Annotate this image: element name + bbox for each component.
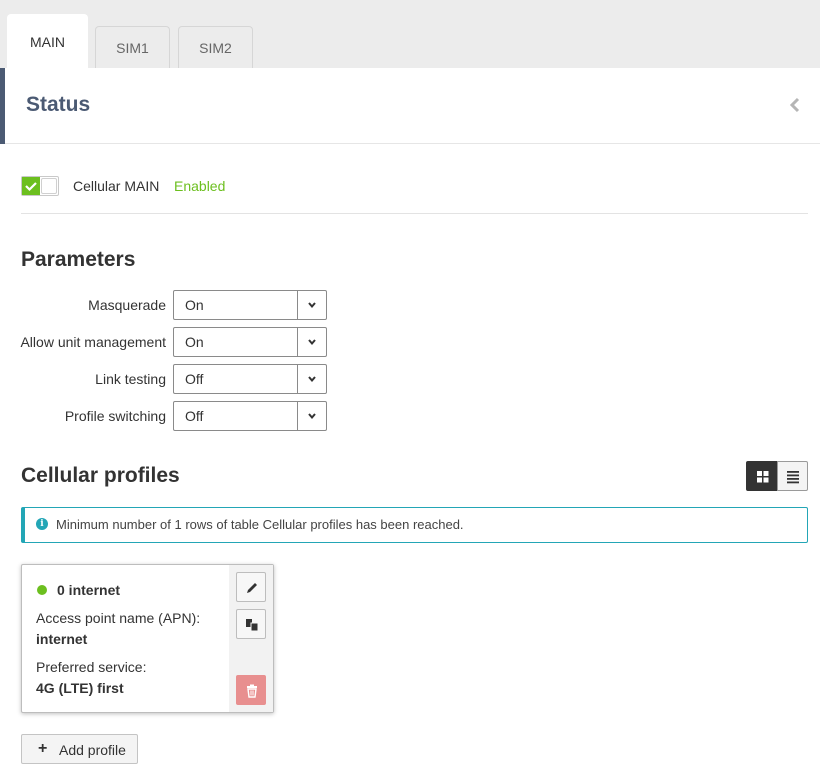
- collapse-chevron-icon[interactable]: [788, 94, 802, 116]
- notice-message: Minimum number of 1 rows of table Cellul…: [56, 517, 464, 532]
- status-title: Status: [26, 93, 91, 116]
- trash-icon: [247, 684, 257, 698]
- copy-profile-button[interactable]: [236, 609, 266, 639]
- status-accent-bar: [0, 68, 5, 144]
- grid-view-button[interactable]: [746, 461, 777, 491]
- tab-bar: MAIN SIM1 SIM2: [0, 0, 820, 68]
- chevron-down-icon: [308, 302, 316, 309]
- pencil-icon: [247, 583, 257, 593]
- select-value: On: [185, 297, 204, 313]
- plus-icon: +: [38, 740, 48, 757]
- cellular-enable-toggle[interactable]: [21, 176, 59, 196]
- toggle-knob: [41, 178, 57, 194]
- apn-label: Access point name (APN):: [36, 610, 201, 626]
- chevron-down-icon: [308, 376, 316, 383]
- chevron-down-icon: [308, 413, 316, 420]
- tab-main[interactable]: MAIN: [7, 14, 88, 68]
- apn-value: internet: [36, 631, 88, 647]
- cellular-label: Cellular MAIN: [73, 178, 160, 194]
- preferred-service-value: 4G (LTE) first: [36, 680, 124, 696]
- cellular-profiles-title: Cellular profiles: [21, 464, 180, 487]
- delete-profile-button[interactable]: [236, 675, 266, 705]
- select-value: On: [185, 334, 204, 350]
- masquerade-select[interactable]: On: [173, 290, 327, 320]
- tab-sim1[interactable]: SIM1: [95, 26, 170, 68]
- link-testing-label: Link testing: [95, 371, 166, 387]
- allow-unit-management-label: Allow unit management: [20, 334, 166, 350]
- profile-switching-select[interactable]: Off: [173, 401, 327, 431]
- select-value: Off: [185, 408, 204, 424]
- profile-name: 0 internet: [57, 582, 121, 598]
- tab-sim2[interactable]: SIM2: [178, 26, 253, 68]
- divider: [21, 213, 808, 214]
- list-view-button[interactable]: [777, 461, 808, 491]
- parameters-title: Parameters: [21, 248, 136, 271]
- check-icon: [25, 182, 37, 192]
- copy-icon: [246, 619, 259, 632]
- preferred-service-label: Preferred service:: [36, 659, 147, 675]
- add-profile-label: Add profile: [59, 742, 126, 758]
- info-icon: i: [36, 518, 48, 530]
- toggle-on-indicator: [22, 177, 40, 195]
- select-value: Off: [185, 371, 204, 387]
- profile-switching-label: Profile switching: [64, 408, 166, 424]
- list-icon: [787, 471, 799, 484]
- profile-card: 0 internet Access point name (APN): inte…: [21, 564, 274, 713]
- add-profile-button[interactable]: + Add profile: [21, 734, 138, 764]
- link-testing-select[interactable]: Off: [173, 364, 327, 394]
- masquerade-label: Masquerade: [88, 297, 166, 313]
- min-rows-notice: i Minimum number of 1 rows of table Cell…: [21, 507, 808, 543]
- grid-icon: [757, 471, 769, 483]
- edit-profile-button[interactable]: [236, 572, 266, 602]
- status-section-header: Status: [0, 68, 820, 144]
- profile-status-dot: [37, 585, 47, 595]
- chevron-down-icon: [308, 339, 316, 346]
- allow-unit-management-select[interactable]: On: [173, 327, 327, 357]
- cellular-state-badge: Enabled: [174, 178, 226, 194]
